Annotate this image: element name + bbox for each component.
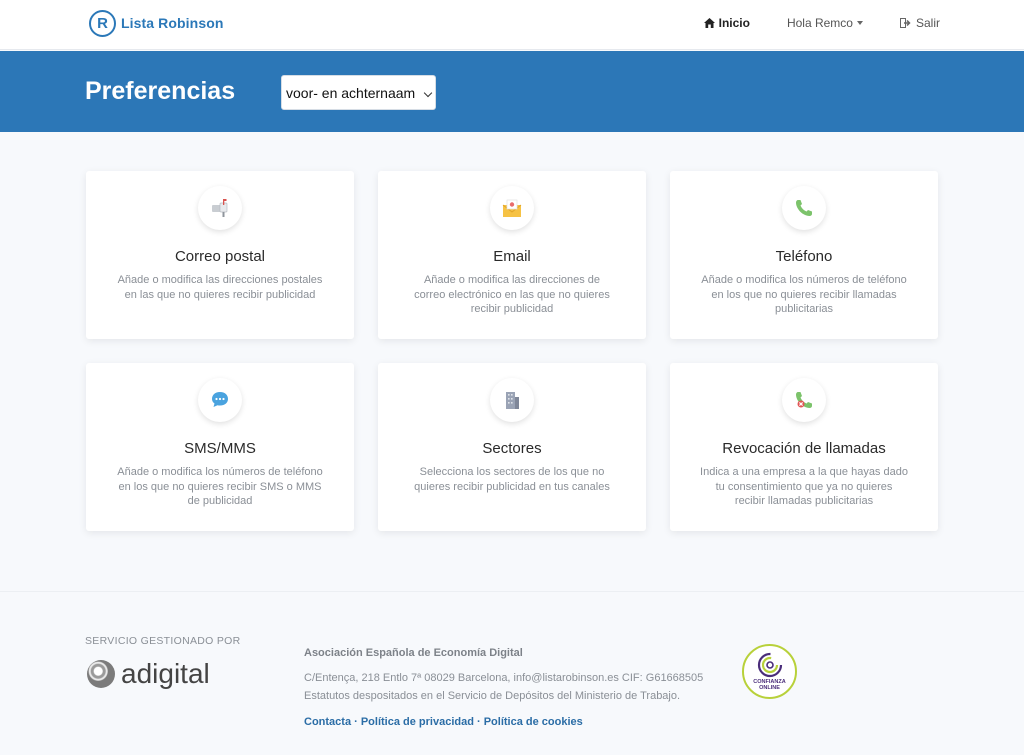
managed-by-label: SERVICIO GESTIONADO POR [85, 635, 241, 647]
building-icon [490, 378, 534, 422]
nav-user-label: Hola Remco [786, 16, 853, 30]
adigital-mark-icon [87, 660, 115, 688]
association-statutes: Estatutos despositados en el Servicio de… [304, 690, 681, 702]
card-description: Añade o modifica las direcciones de corr… [414, 274, 610, 315]
link-separator: · [473, 716, 484, 728]
link-privacidad[interactable]: Política de privacidad [361, 716, 474, 728]
footer: SERVICIO GESTIONADO POR adigital Asociac… [0, 591, 1024, 755]
nav-links: Inicio Hola Remco Salir [703, 0, 940, 46]
confianza-online-seal[interactable]: CONFIANZA ONLINE [742, 644, 797, 699]
card-description: Añade o modifica los números de teléfono… [701, 274, 907, 315]
card-sectores[interactable]: Sectores Selecciona los sectores de los … [378, 363, 646, 531]
page-title: Preferencias [85, 77, 236, 105]
adigital-logo[interactable]: adigital [87, 658, 210, 690]
card-description: Indica a una empresa a la que hayas dado… [700, 466, 908, 507]
association-title: Asociación Española de Economía Digital [304, 647, 523, 659]
link-contacta[interactable]: Contacta [304, 716, 351, 728]
card-description: Selecciona los sectores de los que no qu… [414, 466, 610, 493]
card-title: Email [493, 248, 531, 265]
email-envelope-icon [490, 186, 534, 230]
nav-logout-link[interactable]: Salir [899, 16, 940, 30]
card-sms-mms[interactable]: SMS/MMS Añade o modifica los números de … [86, 363, 354, 531]
name-select-value: voor- en achternaam [286, 84, 416, 101]
logout-icon [899, 18, 911, 28]
card-revocacion-llamadas[interactable]: Revocación de llamadas Indica a una empr… [670, 363, 938, 531]
nav-home-label: Inicio [718, 16, 750, 30]
brand-name: Lista Robinson [121, 15, 224, 31]
card-correo-postal[interactable]: Correo postal Añade o modifica las direc… [86, 171, 354, 339]
card-title: Teléfono [775, 248, 833, 265]
chat-bubble-icon [198, 378, 242, 422]
nav-user-dropdown[interactable]: Hola Remco [787, 16, 863, 30]
mailbox-icon [198, 186, 242, 230]
card-title: Revocación de llamadas [722, 440, 886, 457]
card-title: Sectores [482, 440, 542, 457]
chevron-down-icon [423, 88, 433, 98]
top-navbar: R Lista Robinson Inicio Hola Remco Salir [0, 0, 1024, 50]
phone-icon [782, 186, 826, 230]
brand-r-icon: R [89, 9, 116, 37]
home-icon [703, 18, 715, 28]
hero-banner: Preferencias voor- en achternaam [0, 51, 1024, 132]
name-select[interactable]: voor- en achternaam [281, 75, 436, 110]
confianza-online-icon [757, 652, 782, 678]
seal-text: CONFIANZA ONLINE [753, 679, 786, 691]
card-description: Añade o modifica los números de teléfono… [117, 466, 323, 507]
card-email[interactable]: Email Añade o modifica las direcciones d… [378, 171, 646, 339]
nav-logout-label: Salir [915, 16, 940, 30]
nav-home-link[interactable]: Inicio [703, 16, 750, 30]
card-description: Añade o modifica las direcciones postale… [117, 274, 323, 301]
link-cookies[interactable]: Política de cookies [484, 716, 583, 728]
phone-revoke-icon [782, 378, 826, 422]
card-telefono[interactable]: Teléfono Añade o modifica los números de… [670, 171, 938, 339]
card-title: Correo postal [174, 248, 266, 265]
adigital-wordmark: adigital [121, 658, 210, 689]
footer-links: Contacta · Política de privacidad · Polí… [304, 716, 583, 728]
card-title: SMS/MMS [184, 440, 256, 457]
caret-down-icon [856, 21, 863, 25]
link-separator: · [351, 716, 361, 728]
brand-logo[interactable]: R Lista Robinson [89, 8, 224, 38]
association-address: C/Entença, 218 Entlo 7ª 08029 Barcelona,… [304, 672, 704, 684]
